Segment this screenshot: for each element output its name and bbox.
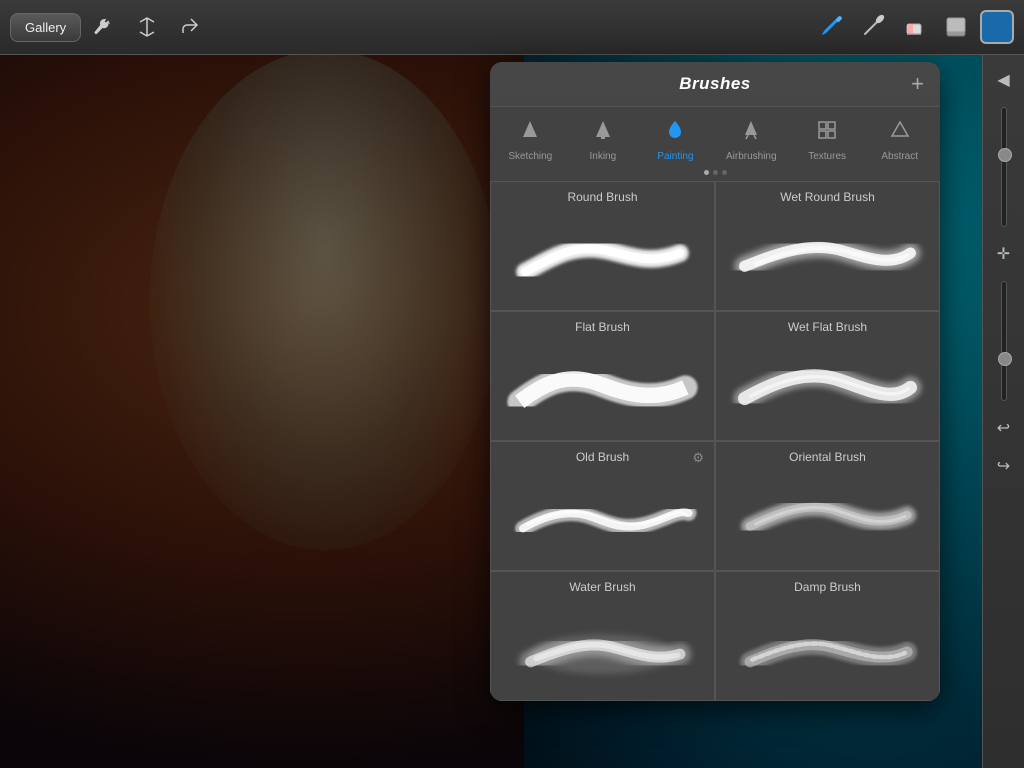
brush-damp-brush[interactable]: Damp Brush (715, 571, 940, 701)
tab-inking[interactable]: Inking (573, 115, 633, 166)
old-brush-preview (503, 470, 702, 555)
right-sidebar: ◀ ✛ ↩ ↪ (982, 55, 1024, 768)
undo-icon[interactable]: ◀ (989, 65, 1019, 95)
wet-round-brush-preview (728, 210, 927, 295)
round-brush-preview (503, 210, 702, 295)
dot-3 (722, 170, 727, 175)
textures-label: Textures (808, 151, 846, 162)
abstract-icon (889, 119, 911, 147)
old-brush-label: Old Brush (503, 450, 702, 464)
airbrushing-icon (740, 119, 762, 147)
tab-abstract[interactable]: Abstract (870, 115, 930, 166)
inking-label: Inking (590, 151, 617, 162)
damp-brush-label: Damp Brush (728, 580, 927, 594)
smudge-tool[interactable] (854, 9, 890, 45)
symmetry-icon[interactable] (129, 9, 165, 45)
wet-flat-brush-preview (728, 340, 927, 425)
brush-tool-active[interactable] (812, 9, 848, 45)
brush-oriental-brush[interactable]: Oriental Brush (715, 441, 940, 571)
wrench-icon[interactable] (85, 9, 121, 45)
sketching-icon (519, 119, 541, 147)
gallery-button[interactable]: Gallery (10, 13, 81, 42)
eraser-tool[interactable] (896, 9, 932, 45)
water-brush-label: Water Brush (503, 580, 702, 594)
tab-page-dots (490, 166, 940, 181)
brushes-panel: Brushes + Sketching Inking (490, 62, 940, 701)
brush-size-slider[interactable] (1001, 107, 1007, 227)
tab-painting[interactable]: Painting (645, 115, 705, 166)
crosshair-icon[interactable]: ✛ (989, 239, 1019, 269)
panel-title: Brushes (679, 74, 751, 94)
undo-action-icon[interactable]: ↩ (989, 413, 1019, 443)
damp-brush-preview (728, 600, 927, 685)
add-brush-button[interactable]: + (911, 73, 924, 95)
tab-sketching[interactable]: Sketching (500, 115, 560, 166)
flat-brush-preview (503, 340, 702, 425)
opacity-slider[interactable] (1001, 281, 1007, 401)
share-icon[interactable] (173, 9, 209, 45)
category-tabs: Sketching Inking Painting (490, 107, 940, 166)
sketching-label: Sketching (508, 151, 552, 162)
painting-label: Painting (657, 151, 693, 162)
abstract-label: Abstract (881, 151, 918, 162)
layers-tool[interactable] (938, 9, 974, 45)
round-brush-label: Round Brush (503, 190, 702, 204)
tab-airbrushing[interactable]: Airbrushing (718, 115, 785, 166)
brush-grid: Round Brush Wet Round Brush (490, 181, 940, 701)
dot-1 (704, 170, 709, 175)
brush-old-brush[interactable]: Old Brush ⚙ (490, 441, 715, 571)
wet-round-brush-label: Wet Round Brush (728, 190, 927, 204)
tab-textures[interactable]: Textures (797, 115, 857, 166)
flat-brush-label: Flat Brush (503, 320, 702, 334)
airbrushing-label: Airbrushing (726, 151, 777, 162)
wet-flat-brush-label: Wet Flat Brush (728, 320, 927, 334)
brush-water-brush[interactable]: Water Brush (490, 571, 715, 701)
brush-wet-flat-brush[interactable]: Wet Flat Brush (715, 311, 940, 441)
textures-icon (816, 119, 838, 147)
panel-header: Brushes + (490, 62, 940, 107)
oriental-brush-preview (728, 470, 927, 555)
oriental-brush-label: Oriental Brush (728, 450, 927, 464)
painting-icon (664, 119, 686, 147)
redo-action-icon[interactable]: ↪ (989, 451, 1019, 481)
dot-2 (713, 170, 718, 175)
water-brush-preview (503, 600, 702, 685)
inking-icon (592, 119, 614, 147)
toolbar: Gallery (0, 0, 1024, 55)
old-brush-gear-icon[interactable]: ⚙ (692, 450, 704, 466)
brush-flat-brush[interactable]: Flat Brush (490, 311, 715, 441)
brush-wet-round-brush[interactable]: Wet Round Brush (715, 181, 940, 311)
color-picker[interactable] (980, 10, 1014, 44)
brush-round-brush[interactable]: Round Brush (490, 181, 715, 311)
